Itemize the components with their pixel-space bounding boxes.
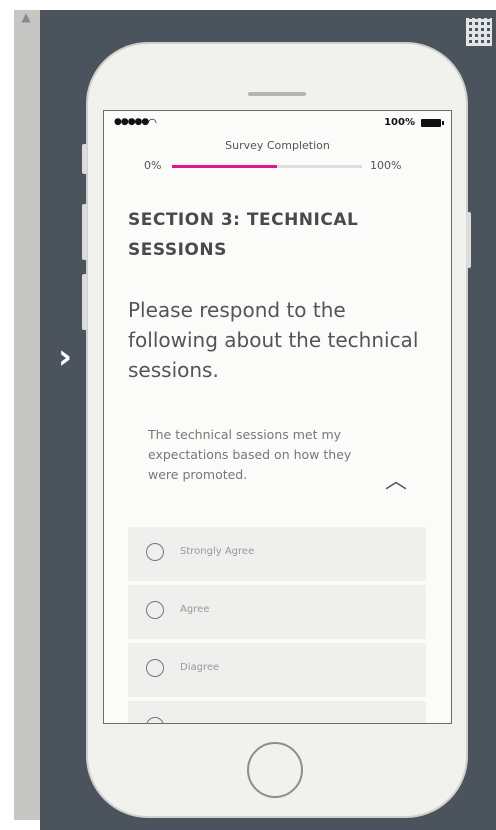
answer-options: Strongly Agree Agree Diagree: [128, 527, 426, 723]
scroll-up-arrow-icon[interactable]: ▲: [16, 10, 36, 24]
phone-mute-button: [82, 144, 87, 174]
scrollbar-track[interactable]: [14, 10, 40, 820]
status-bar: ●●●●● ◠ 100%: [104, 116, 451, 133]
chevron-right-icon[interactable]: ›: [52, 340, 78, 374]
wifi-icon: ◠: [148, 116, 157, 129]
option-label: Strongly Agree: [180, 546, 255, 557]
battery-percent: 100%: [384, 117, 415, 128]
section-title: SECTION 3: TECHNICAL SESSIONS: [128, 210, 359, 260]
option-strongly-disagree[interactable]: [128, 701, 426, 723]
radio-button[interactable]: [146, 601, 164, 619]
phone-screen: ●●●●● ◠ 100% Survey Completion 0% 100% S…: [103, 110, 452, 724]
progress-track: [172, 165, 362, 168]
progress-title: Survey Completion: [225, 139, 330, 152]
qr-code-icon: [466, 18, 492, 46]
signal-strength: ●●●●●: [114, 117, 149, 127]
radio-button[interactable]: [146, 543, 164, 561]
phone-power-button: [466, 212, 471, 268]
radio-button[interactable]: [146, 717, 164, 723]
phone-volume-down-button: [82, 274, 87, 330]
radio-button[interactable]: [146, 659, 164, 677]
option-agree[interactable]: Agree: [128, 585, 426, 639]
option-label: Agree: [180, 604, 210, 615]
option-strongly-agree[interactable]: Strongly Agree: [128, 527, 426, 581]
phone-volume-up-button: [82, 204, 87, 260]
chevron-up-icon[interactable]: ︿: [380, 471, 412, 493]
progress-start-label: 0%: [144, 159, 162, 172]
option-label: Diagree: [180, 662, 220, 673]
progress-fill: [172, 165, 277, 168]
statement-text: The technical sessions met my expectatio…: [148, 427, 352, 482]
option-disagree[interactable]: Diagree: [128, 643, 426, 697]
battery-icon: [421, 119, 444, 127]
progress-end-label: 100%: [370, 159, 402, 172]
home-button[interactable]: [247, 742, 303, 798]
question-text: Please respond to the following about th…: [128, 298, 419, 382]
phone-speaker: [248, 92, 306, 96]
